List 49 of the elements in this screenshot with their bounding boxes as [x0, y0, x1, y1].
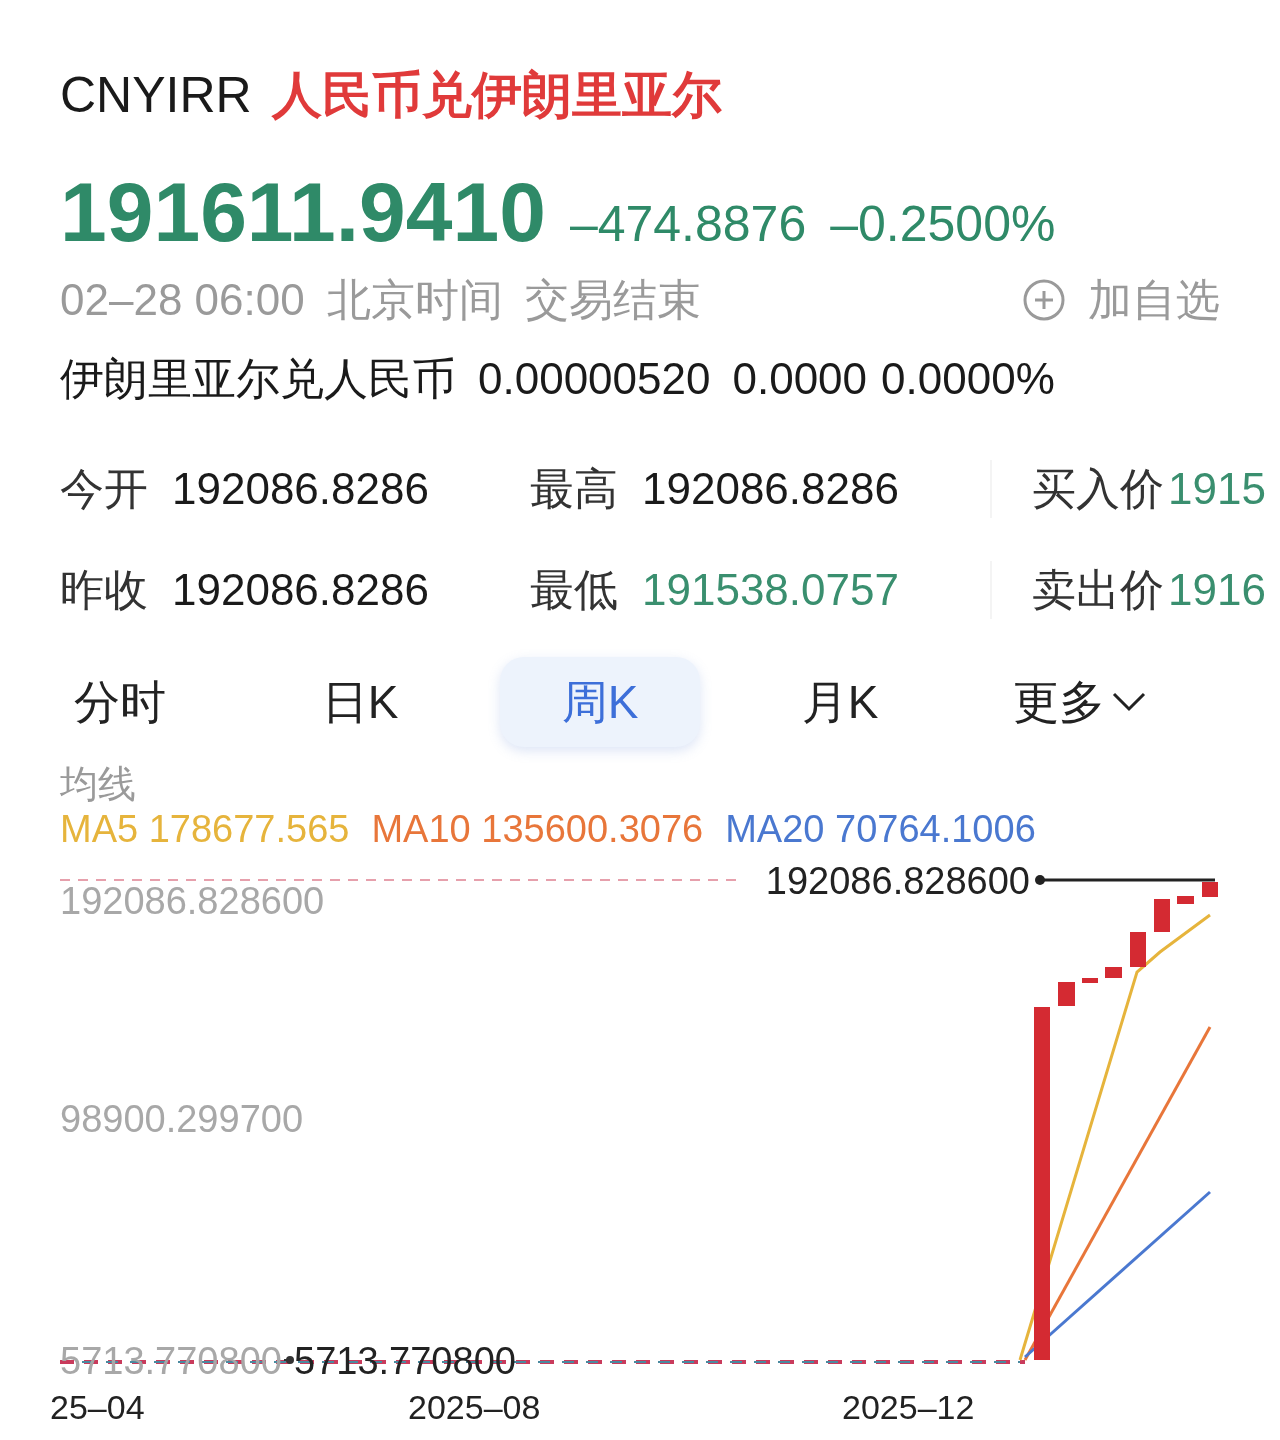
axis-label: 2025–12 [842, 1390, 975, 1424]
currency-pair-name: 人民币兑伊朗里亚尔 [271, 66, 722, 125]
candlestick [1154, 899, 1170, 932]
candlestick [1058, 982, 1075, 1006]
chart-period-tab[interactable]: 更多 [980, 657, 1180, 747]
moving-average-label: MA5 178677.565 [60, 807, 350, 852]
axis-label: 2025–08 [408, 1390, 541, 1424]
market-status: 交易结束 [524, 274, 701, 326]
timezone-label: 北京时间 [326, 274, 503, 326]
price: 191611.9410 [60, 170, 546, 254]
stat-value: 1916 [1168, 564, 1266, 616]
inverse-percent-change: 0.0000% [881, 353, 1055, 405]
marker-line [283, 1356, 294, 1364]
add-icon [1022, 278, 1066, 322]
symbol: CNYIRR [60, 66, 252, 125]
inverse-change: 0.0000 [732, 353, 868, 405]
stat-value: 192086.8286 [172, 463, 429, 515]
stat-label: 昨收 [60, 564, 148, 616]
stat-value: 192086.8286 [642, 463, 899, 515]
chart-period-tab[interactable]: 日K [260, 657, 460, 747]
candlestick [1177, 896, 1194, 904]
legend-title: 均线 [60, 762, 137, 806]
timestamp: 02–28 06:00 [60, 274, 305, 326]
price-change: –474.8876 [569, 199, 807, 249]
stat-label: 买入价 [1032, 463, 1164, 515]
chart-period-tab[interactable]: 月K [740, 657, 940, 747]
percent-change: –0.2500% [830, 199, 1056, 249]
axis-label: 25–04 [50, 1390, 145, 1424]
stat-value: 191538.0757 [642, 564, 899, 616]
chart-period-tab[interactable]: 分时 [20, 657, 220, 747]
candlestick [1082, 978, 1098, 983]
inverse-price: 0.00000520 [478, 353, 711, 405]
high-price-marker: 192086.828600 [765, 862, 1030, 900]
stat-label: 今开 [60, 463, 148, 515]
axis-label: 98900.299700 [60, 1100, 304, 1138]
stat-label: 卖出价 [1032, 564, 1164, 616]
axis-label: 192086.828600 [60, 882, 325, 920]
moving-average-label: MA20 70764.1006 [725, 807, 1036, 852]
stat-label: 最低 [530, 564, 618, 616]
candlestick [1130, 932, 1146, 967]
moving-average-label: MA10 135600.3076 [371, 807, 704, 852]
candlestick [1202, 882, 1218, 897]
stat-value: 1915 [1168, 463, 1266, 515]
chevron-down-icon [1111, 691, 1147, 713]
stat-label: 最高 [530, 463, 618, 515]
stat-value: 192086.8286 [172, 564, 429, 616]
chart-period-tab[interactable]: 周K [500, 657, 700, 747]
inverse-pair-label: 伊朗里亚尔兑人民币 [60, 353, 456, 405]
candlestick [1105, 967, 1122, 978]
